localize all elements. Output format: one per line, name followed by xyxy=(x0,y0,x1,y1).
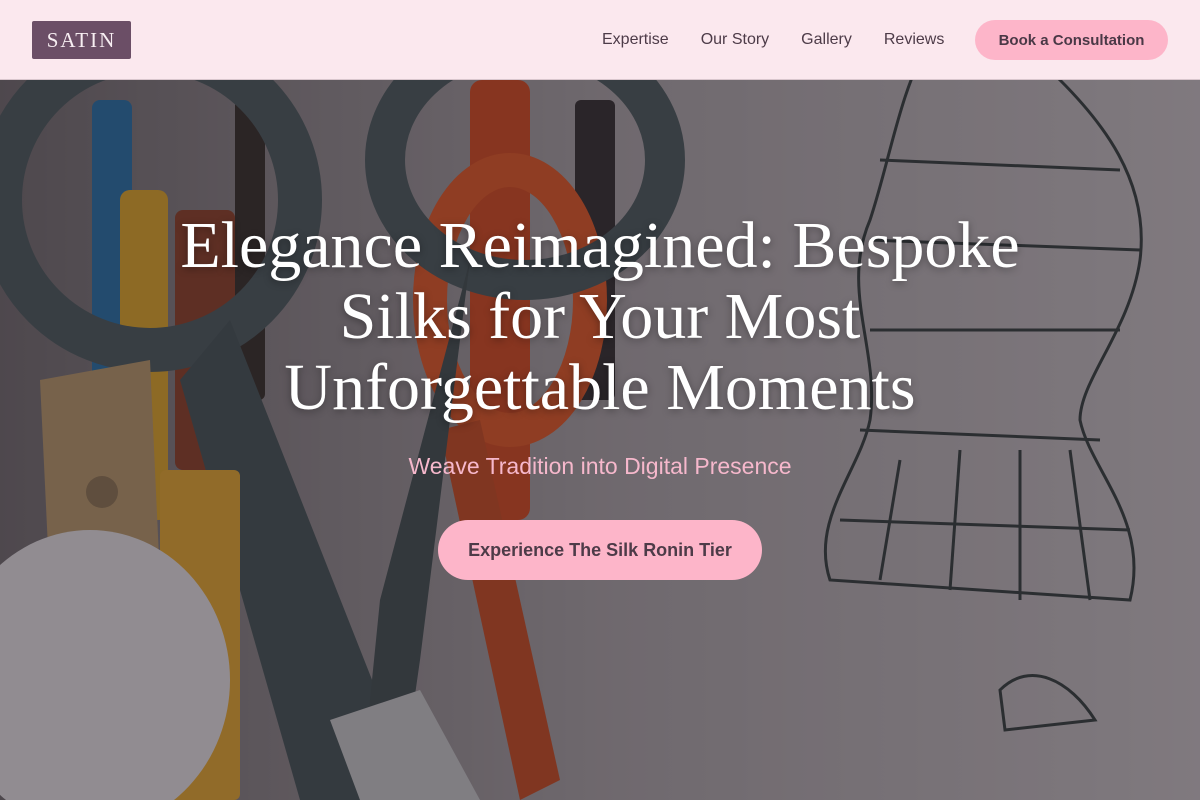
landing-page: SATIN Expertise Our Story Gallery Review… xyxy=(0,0,1200,800)
nav-link-expertise[interactable]: Expertise xyxy=(586,31,685,49)
main-nav: Expertise Our Story Gallery Reviews xyxy=(586,0,960,80)
brand-logo[interactable]: SATIN xyxy=(32,21,131,59)
hero-subtitle: Weave Tradition into Digital Presence xyxy=(408,453,792,479)
top-navbar: SATIN Expertise Our Story Gallery Review… xyxy=(0,0,1200,80)
nav-link-our-story[interactable]: Our Story xyxy=(685,31,785,49)
nav-link-reviews[interactable]: Reviews xyxy=(868,31,960,49)
hero-section: Elegance Reimagined: Bespoke Silks for Y… xyxy=(0,210,1200,580)
hero-title: Elegance Reimagined: Bespoke Silks for Y… xyxy=(180,209,1020,424)
nav-link-gallery[interactable]: Gallery xyxy=(785,31,868,49)
book-consultation-button[interactable]: Book a Consultation xyxy=(975,20,1168,60)
silk-ronin-tier-button[interactable]: Experience The Silk Ronin Tier xyxy=(438,520,762,580)
